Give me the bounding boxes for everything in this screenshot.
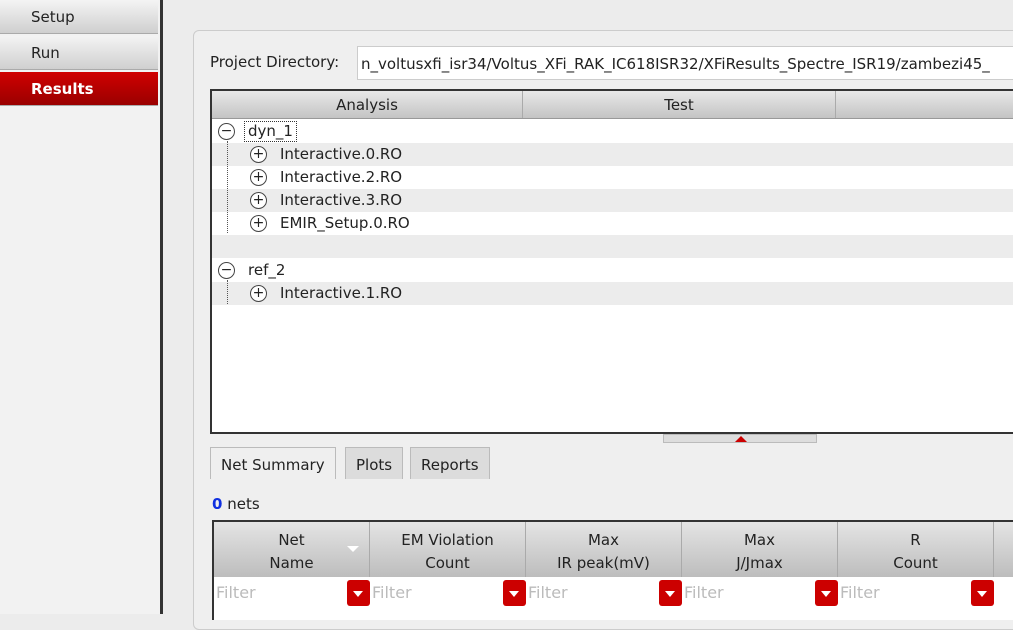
column-test[interactable]: Test (523, 91, 836, 118)
sidebar-item-results[interactable]: Results (0, 72, 158, 106)
sort-indicator-icon[interactable] (347, 546, 359, 552)
sidebar-item-setup[interactable]: Setup (0, 0, 158, 34)
column-em-violation-count[interactable]: EM Violation Count (370, 522, 526, 577)
filter-dropdown-icon[interactable] (815, 580, 838, 606)
column-analysis[interactable]: Analysis (212, 91, 523, 118)
expand-icon[interactable]: + (250, 215, 267, 232)
filter-input[interactable]: Filter (838, 577, 994, 611)
tree-row[interactable]: + Interactive.2.RO (212, 166, 1013, 189)
header-line: R (910, 531, 921, 549)
tree-group-row[interactable]: − dyn_1 (212, 120, 1013, 143)
project-directory-label: Project Directory: (210, 53, 340, 71)
header-line: Count (425, 554, 470, 572)
header-line: Max (587, 531, 619, 549)
header-line: EM Violation (401, 531, 494, 549)
expand-icon[interactable]: + (250, 285, 267, 302)
row-label: Interactive.1.RO (280, 284, 403, 302)
filter-placeholder: Filter (684, 583, 724, 602)
group-label: dyn_1 (244, 121, 297, 142)
row-label: Interactive.3.RO (280, 191, 403, 209)
filter-placeholder: Filter (372, 583, 412, 602)
filter-placeholder: Filter (840, 583, 880, 602)
expand-icon[interactable]: + (250, 146, 267, 163)
column-max-ir-peak[interactable]: Max IR peak(mV) (526, 522, 682, 577)
analysis-tree: Analysis Test − dyn_1 + Interactive.0.RO … (210, 89, 1013, 434)
sidebar: Setup Run Results (0, 0, 160, 614)
filter-input[interactable]: Filter (682, 577, 838, 611)
tree-row[interactable]: + Interactive.1.RO (212, 282, 1013, 305)
splitter-arrow-icon[interactable] (735, 436, 747, 442)
column-extra[interactable] (836, 91, 1013, 118)
tree-header: Analysis Test (212, 91, 1013, 119)
expand-icon[interactable]: + (250, 192, 267, 209)
column-r-count[interactable]: R Count (838, 522, 994, 577)
filter-dropdown-icon[interactable] (503, 580, 526, 606)
tab-plots[interactable]: Plots (345, 447, 404, 479)
header-line: J/Jmax (736, 554, 783, 572)
tree-guide-line (227, 280, 228, 304)
net-count-unit: nets (222, 495, 260, 513)
header-line: Name (269, 554, 314, 572)
filter-placeholder: Filter (216, 583, 256, 602)
row-label: EMIR_Setup.0.RO (280, 214, 410, 232)
column-max-j-jmax[interactable]: Max J/Jmax (682, 522, 838, 577)
tab-reports[interactable]: Reports (410, 447, 490, 479)
tree-row[interactable]: + EMIR_Setup.0.RO (212, 212, 1013, 235)
tree-row[interactable]: + Interactive.0.RO (212, 143, 1013, 166)
filter-dropdown-icon[interactable] (971, 580, 994, 606)
net-count: 0 nets (212, 495, 260, 513)
column-net-name[interactable]: Net Name (214, 522, 370, 577)
filter-input[interactable]: Filter (214, 577, 370, 611)
tree-group-row[interactable]: − ref_2 (212, 259, 1013, 282)
tree-row[interactable]: + Interactive.3.RO (212, 189, 1013, 212)
tree-blank-row (212, 235, 1013, 258)
row-label: Interactive.0.RO (280, 145, 403, 163)
sidebar-item-run[interactable]: Run (0, 36, 158, 70)
filter-row: Filter Filter Filter Filter Filter (214, 577, 1013, 611)
filter-input[interactable]: Filter (370, 577, 526, 611)
net-summary-table: Net Name EM Violation Count Max IR peak(mV)… (212, 520, 1013, 620)
header-line: IR peak(mV) (557, 554, 650, 572)
filter-dropdown-icon[interactable] (659, 580, 682, 606)
table-header: Net Name EM Violation Count Max IR peak(mV)… (214, 522, 1013, 577)
group-label: ref_2 (248, 261, 286, 279)
header-line: Net (278, 531, 305, 549)
tab-net-summary[interactable]: Net Summary (210, 447, 336, 479)
net-count-value: 0 (212, 495, 223, 513)
collapse-icon[interactable]: − (218, 123, 235, 140)
project-directory-input[interactable]: n_voltusxfi_isr34/Voltus_XFi_RAK_IC618IS… (357, 46, 1013, 80)
header-line: Count (893, 554, 938, 572)
tree-guide-line (227, 141, 228, 233)
filter-input[interactable]: Filter (526, 577, 682, 611)
header-line: Max (743, 531, 775, 549)
sidebar-splitter[interactable] (160, 0, 163, 614)
expand-icon[interactable]: + (250, 169, 267, 186)
collapse-icon[interactable]: − (218, 262, 235, 279)
filter-dropdown-icon[interactable] (347, 580, 370, 606)
filter-placeholder: Filter (528, 583, 568, 602)
row-label: Interactive.2.RO (280, 168, 403, 186)
